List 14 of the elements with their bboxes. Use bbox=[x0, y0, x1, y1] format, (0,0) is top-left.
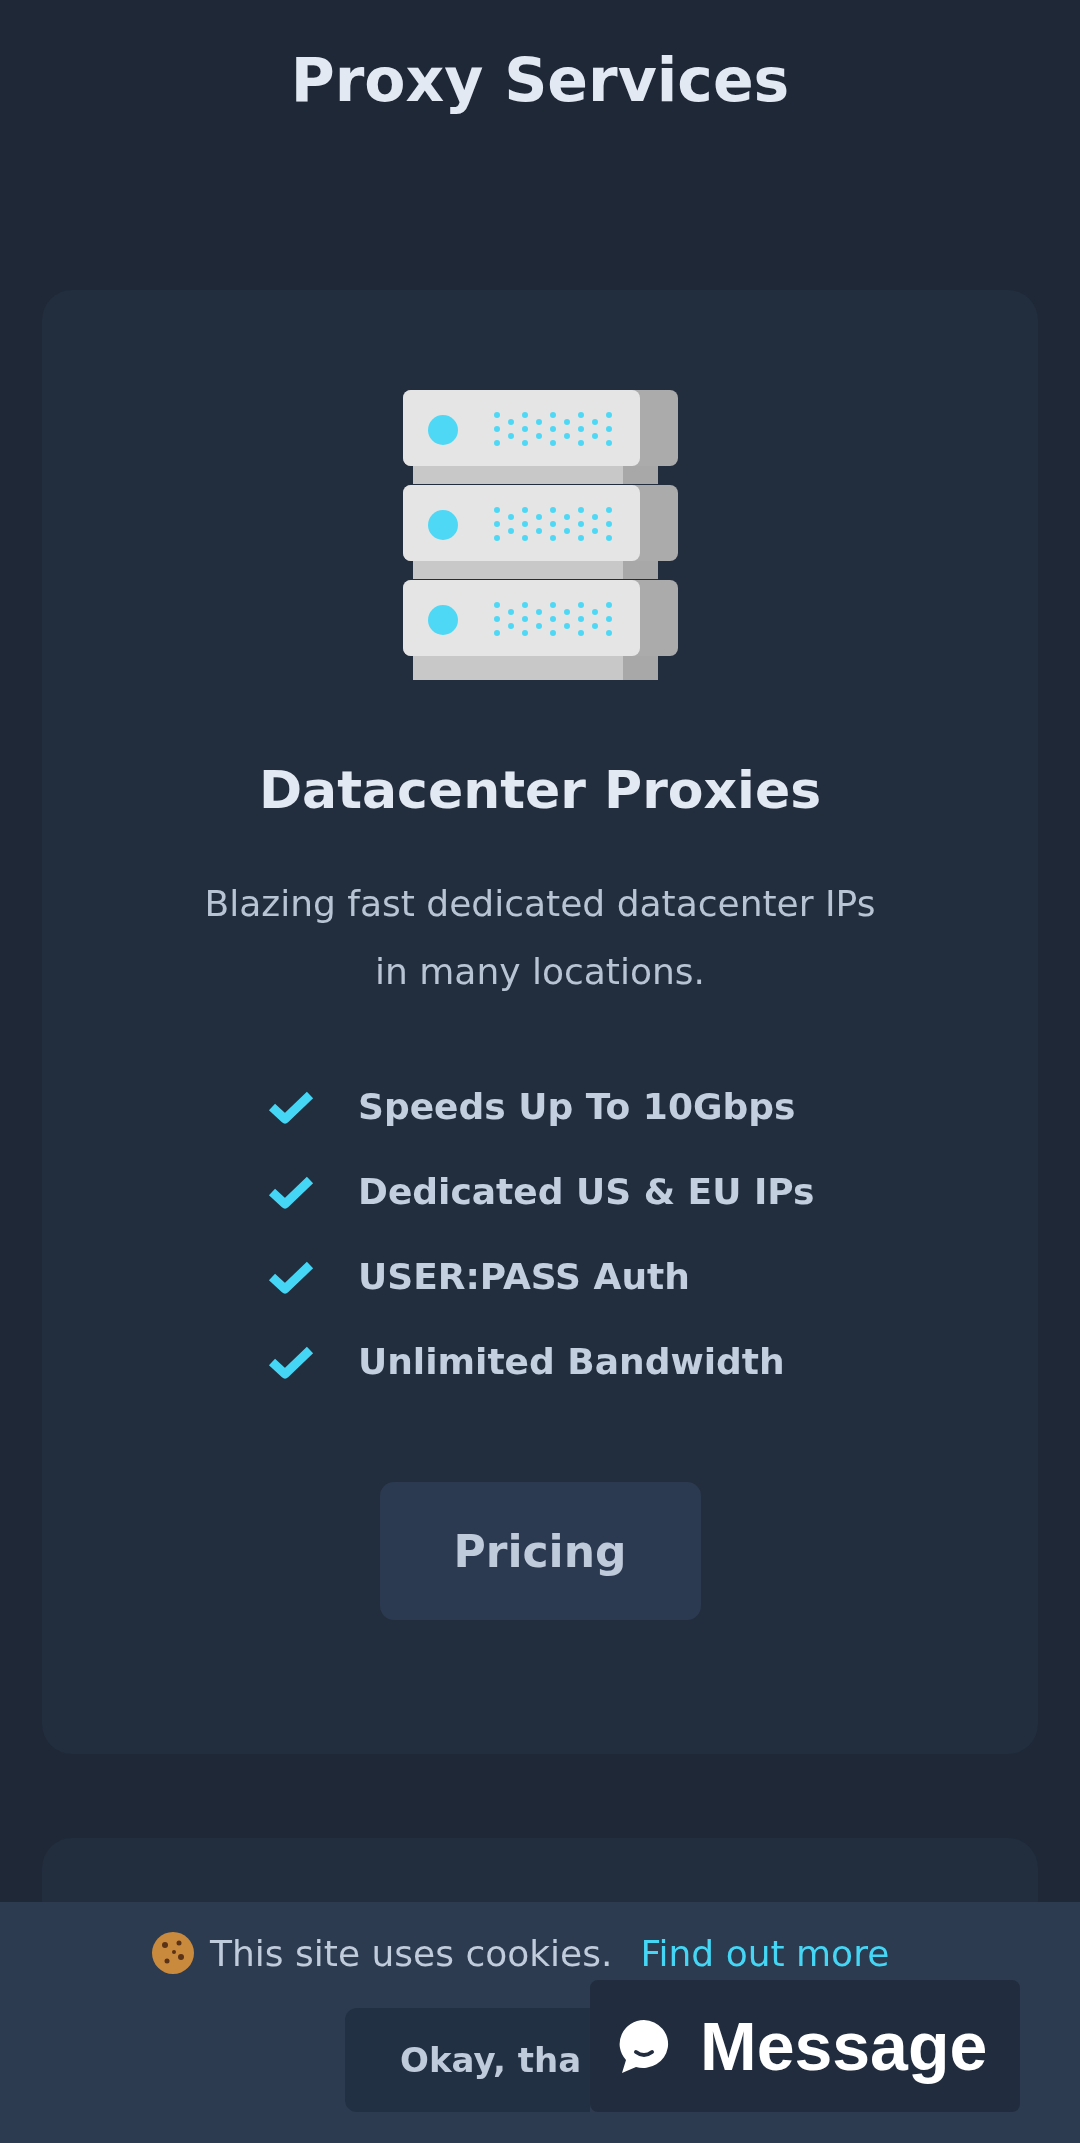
server-icon bbox=[402, 390, 678, 680]
feature-text: Speeds Up To 10Gbps bbox=[358, 1086, 796, 1127]
find-out-more-link[interactable]: Find out more bbox=[640, 1932, 890, 1974]
cookie-message: This site uses cookies. bbox=[210, 1932, 613, 1974]
card-description: Blazing fast dedicated datacenter IPs in many locations. bbox=[203, 882, 877, 994]
cookie-icon bbox=[150, 1930, 196, 1976]
page-title: Proxy Services bbox=[289, 44, 791, 117]
feature-text: Dedicated US & EU IPs bbox=[358, 1171, 815, 1212]
message-button[interactable]: Message bbox=[590, 1980, 1020, 2112]
pricing-button[interactable]: Pricing bbox=[379, 1482, 701, 1620]
accept-cookies-button[interactable]: Okay, tha bbox=[345, 2008, 590, 2112]
feature-text: USER:PASS Auth bbox=[358, 1256, 690, 1297]
card-title: Datacenter Proxies bbox=[258, 760, 822, 820]
feature-text: Unlimited Bandwidth bbox=[358, 1341, 785, 1382]
